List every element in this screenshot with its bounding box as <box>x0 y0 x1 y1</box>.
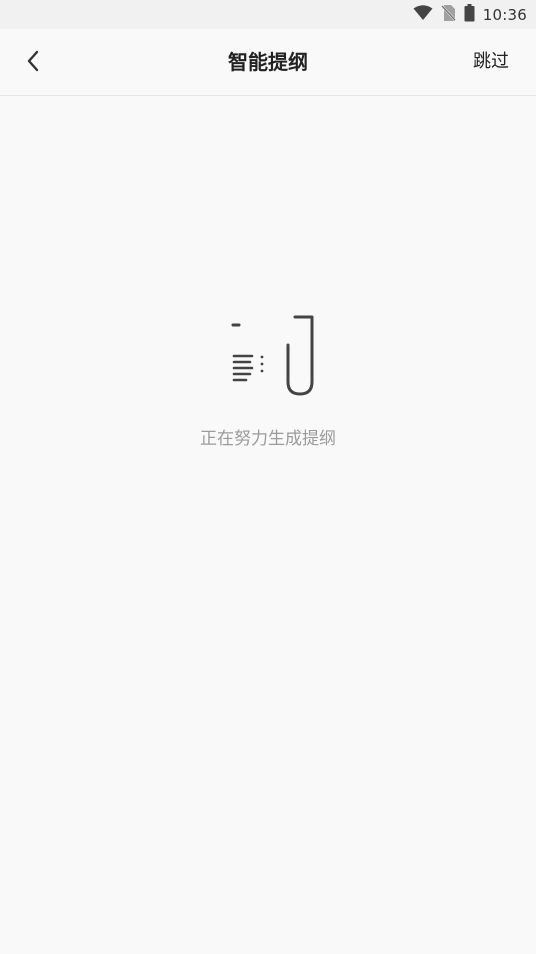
wifi-icon <box>413 5 433 25</box>
status-time: 10:36 <box>482 6 527 24</box>
page-title: 智能提纲 <box>228 50 308 74</box>
chevron-left-icon <box>26 50 40 76</box>
skip-button[interactable]: 跳过 <box>473 29 509 95</box>
status-bar: 10:36 <box>0 0 536 29</box>
document-clip-icon <box>228 312 320 398</box>
loading-text: 正在努力生成提纲 <box>200 429 336 449</box>
status-icons: 10:36 <box>413 4 527 26</box>
back-button[interactable] <box>17 47 49 79</box>
battery-icon <box>464 4 475 26</box>
nav-bar: 智能提纲 跳过 <box>0 29 536 96</box>
no-sim-icon <box>440 4 456 26</box>
